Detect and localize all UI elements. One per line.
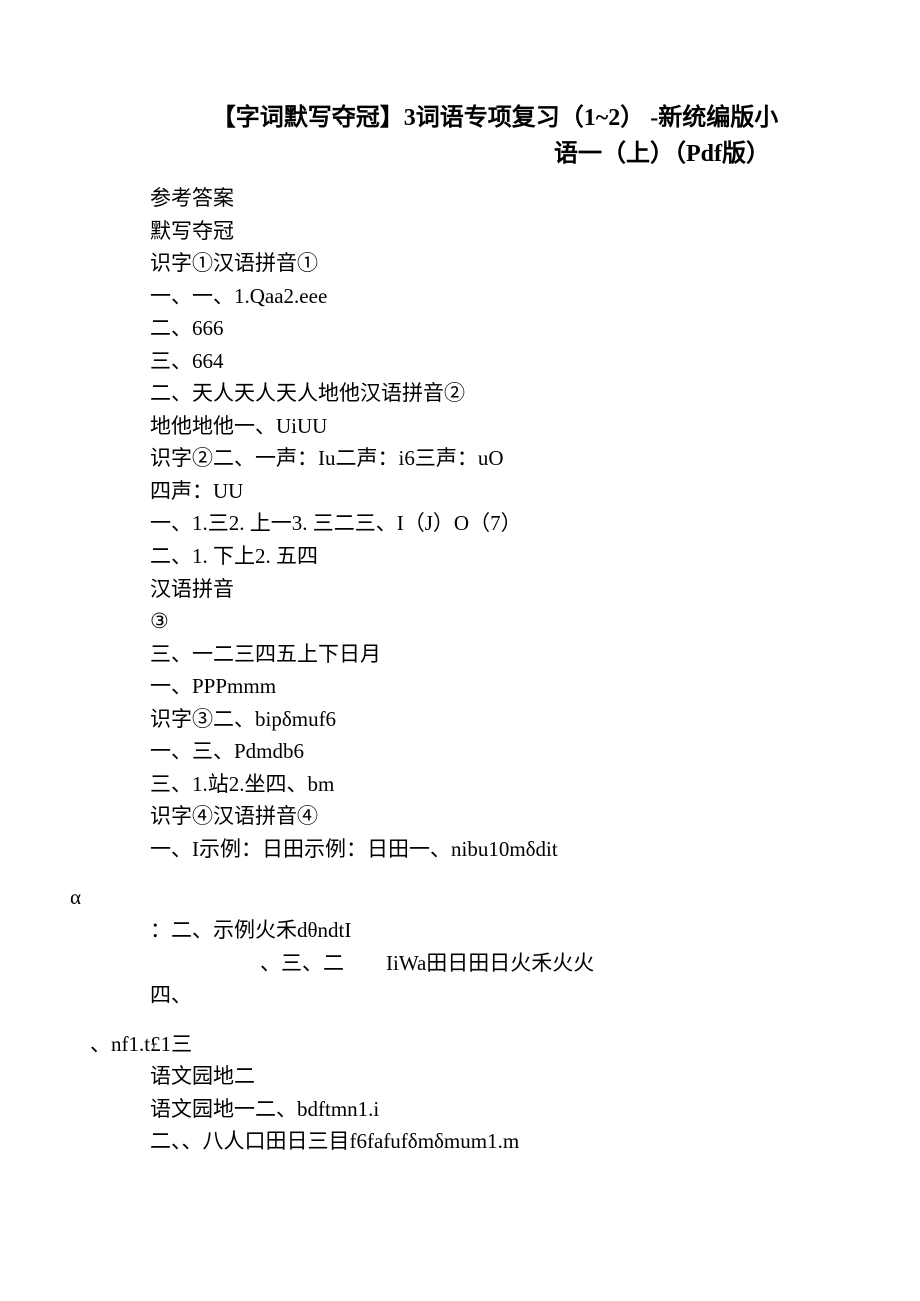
body-line: 一、1.三2. 上一3. 三二三、I（J）O（7） (150, 507, 840, 540)
body-line: 汉语拼音 (150, 573, 840, 606)
document-page: 【字词默写夺冠】3词语专项复习（1~2） -新统编版小 语一（上）（Pdf版） … (0, 0, 920, 1208)
body-line: 二、天人天人天人地他汉语拼音② (150, 377, 840, 410)
body-lines: 参考答案 默写夺冠 识字①汉语拼音① 一、一、1.Qaa2.eee 二、666 … (150, 182, 840, 1158)
body-line: 识字①汉语拼音① (150, 247, 840, 280)
body-line: 识字④汉语拼音④ (150, 800, 840, 833)
body-line (150, 1012, 840, 1028)
body-line: 二、、八人口田日三目f6fafufδmδmum1.m (150, 1125, 840, 1158)
body-line: 、三、二 IiWa田日田日火禾火火 (260, 947, 840, 980)
title-line-2: 语一（上）（Pdf版） (150, 136, 840, 172)
body-line: 一、PPPmmm (150, 670, 840, 703)
body-line: ③ (150, 605, 840, 638)
body-line: 四声：UU (150, 475, 840, 508)
body-line: 默写夺冠 (150, 215, 840, 248)
body-line: 二、666 (150, 312, 840, 345)
body-line: ：二、示例火禾dθndtI (150, 914, 840, 947)
body-line: 一、I示例：日田示例：日田一、nibu10mδdit (150, 833, 840, 866)
body-line: 四、 (150, 979, 840, 1012)
body-line: α (70, 881, 840, 914)
body-line: 地他地他一、UiUU (150, 410, 840, 443)
body-line: 语文园地一二、bdftmn1.i (150, 1093, 840, 1126)
body-line: 识字③二、bipδmuf6 (150, 703, 840, 736)
body-line: 参考答案 (150, 182, 840, 215)
title-block: 【字词默写夺冠】3词语专项复习（1~2） -新统编版小 语一（上）（Pdf版） (150, 100, 840, 172)
body-line: 语文园地二 (150, 1060, 840, 1093)
body-line: 、nf1.t£1三 (90, 1028, 840, 1061)
body-line (150, 865, 840, 881)
body-line: 三、1.站2.坐四、bm (150, 768, 840, 801)
body-line: 三、一二三四五上下日月 (150, 638, 840, 671)
body-line: 一、一、1.Qaa2.eee (150, 280, 840, 313)
body-line: 三、664 (150, 345, 840, 378)
body-line: 识字②二、一声：Iu二声：i6三声：uO (150, 442, 840, 475)
body-line: 一、三、Pdmdb6 (150, 735, 840, 768)
body-line: 二、1. 下上2. 五四 (150, 540, 840, 573)
title-line-1: 【字词默写夺冠】3词语专项复习（1~2） -新统编版小 (150, 100, 840, 136)
